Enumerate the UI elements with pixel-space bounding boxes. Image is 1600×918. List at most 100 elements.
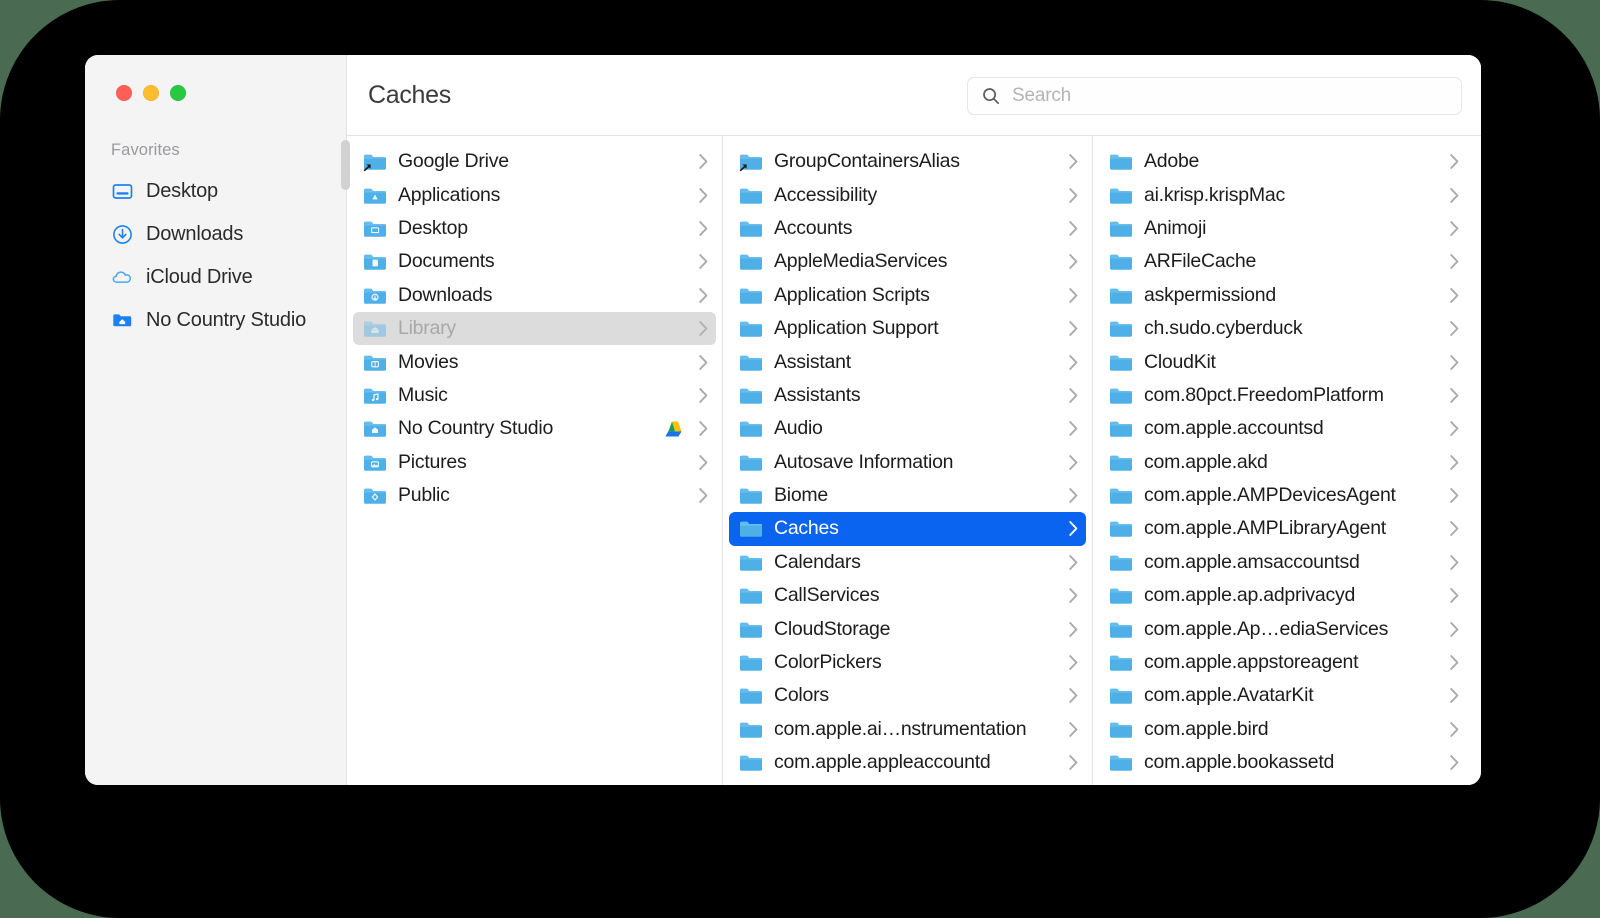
chevron-right-icon [1449, 420, 1460, 437]
file-row[interactable]: com.apple.appstoreagent [1099, 646, 1467, 679]
file-row-label: ColorPickers [774, 651, 882, 674]
file-row[interactable]: com.apple.ai…nstrumentation [729, 713, 1086, 746]
file-row[interactable]: com.apple.amsaccountsd [1099, 546, 1467, 579]
file-row[interactable]: Google Drive [353, 145, 716, 178]
file-row[interactable]: com.apple.accountsd [1099, 412, 1467, 445]
file-row[interactable]: ai.krisp.krispMac [1099, 178, 1467, 211]
file-row[interactable]: Application Support [729, 312, 1086, 345]
folder-icon [739, 419, 763, 438]
file-row[interactable]: Applications [353, 178, 716, 211]
sidebar-item-downloads[interactable]: Downloads [85, 213, 346, 256]
folder-icon [739, 386, 763, 405]
sidebar-item-desktop[interactable]: Desktop [85, 170, 346, 213]
file-row-label: com.apple.appstoreagent [1144, 651, 1359, 674]
file-row-label: Adobe [1144, 150, 1200, 173]
folder-icon [1109, 319, 1133, 338]
file-row[interactable]: No Country Studio [353, 412, 716, 445]
sidebar-item-icloud-drive[interactable]: iCloud Drive [85, 256, 346, 299]
file-row[interactable]: com.apple.bird [1099, 713, 1467, 746]
folder-applications-icon [363, 186, 387, 205]
file-row[interactable]: Downloads [353, 279, 716, 312]
chevron-right-icon [698, 320, 709, 337]
file-row[interactable]: ch.sudo.cyberduck [1099, 312, 1467, 345]
chevron-right-icon [698, 187, 709, 204]
file-row[interactable]: Accounts [729, 212, 1086, 245]
file-row[interactable]: AppleMediaServices [729, 245, 1086, 278]
chevron-right-icon [1068, 654, 1079, 671]
downloads-arrow-icon [111, 223, 134, 246]
file-row[interactable]: Desktop [353, 212, 716, 245]
minimize-button[interactable] [143, 85, 159, 101]
chevron-right-icon [698, 487, 709, 504]
search-input[interactable]: Search [967, 77, 1462, 115]
file-row-label: Colors [774, 684, 829, 707]
chevron-right-icon [1068, 687, 1079, 704]
folder-icon [739, 252, 763, 271]
file-row[interactable]: ARFileCache [1099, 245, 1467, 278]
file-row[interactable]: Biome [729, 479, 1086, 512]
file-row[interactable]: Adobe [1099, 145, 1467, 178]
file-row-label: com.apple.ai…nstrumentation [774, 717, 1027, 740]
sidebar-item-no-country-studio[interactable]: No Country Studio [85, 299, 346, 342]
file-row[interactable]: com.80pct.FreedomPlatform [1099, 379, 1467, 412]
browser-column-library[interactable]: GroupContainersAlias Accessibility Account… [723, 136, 1093, 785]
maximize-button[interactable] [170, 85, 186, 101]
folder-library-icon [363, 319, 387, 338]
file-row[interactable]: CloudKit [1099, 345, 1467, 378]
file-row[interactable]: Caches [729, 512, 1086, 546]
file-row[interactable]: CallServices [729, 579, 1086, 612]
folder-icon [1109, 386, 1133, 405]
file-row[interactable]: askpermissiond [1099, 279, 1467, 312]
file-row[interactable]: com.apple.ap.adprivacyd [1099, 579, 1467, 612]
file-row[interactable]: Autosave Information [729, 446, 1086, 479]
file-row[interactable]: Accessibility [729, 178, 1086, 211]
file-row[interactable]: Assistants [729, 379, 1086, 412]
folder-icon [1109, 152, 1133, 171]
file-row[interactable]: com.apple.akd [1099, 446, 1467, 479]
close-button[interactable] [116, 85, 132, 101]
file-row-label: ARFileCache [1144, 250, 1257, 273]
chevron-right-icon [1068, 420, 1079, 437]
file-row-label: com.apple.Ap…ediaServices [1144, 617, 1389, 640]
file-row[interactable]: Audio [729, 412, 1086, 445]
browser-column-home[interactable]: Google Drive Applications Desktop Documents… [347, 136, 723, 785]
file-row[interactable]: Public [353, 479, 716, 512]
folder-icon [1109, 419, 1133, 438]
file-row-label: CallServices [774, 584, 880, 607]
file-row[interactable]: com.apple.Ap…ediaServices [1099, 612, 1467, 645]
file-row-label: com.apple.accountsd [1144, 417, 1324, 440]
file-row-label: Audio [774, 417, 823, 440]
file-row[interactable]: Assistant [729, 345, 1086, 378]
chevron-right-icon [1068, 554, 1079, 571]
chevron-right-icon [1449, 354, 1460, 371]
browser-column-caches[interactable]: Adobe ai.krisp.krispMac Animoji ARFileCache… [1093, 136, 1473, 785]
file-row[interactable]: Animoji [1099, 212, 1467, 245]
file-row[interactable]: com.apple.AMPDevicesAgent [1099, 479, 1467, 512]
file-row[interactable]: Documents [353, 245, 716, 278]
file-row[interactable]: GroupContainersAlias [729, 145, 1086, 178]
chevron-right-icon [1068, 153, 1079, 170]
file-row[interactable]: CloudStorage [729, 612, 1086, 645]
finder-window: Favorites Desktop Downloads iCloud Drive… [85, 55, 1481, 785]
file-row[interactable]: com.apple.appleaccountd [729, 746, 1086, 779]
chevron-right-icon [1068, 354, 1079, 371]
sidebar-section-header: Favorites [111, 141, 180, 159]
file-row[interactable]: Application Scripts [729, 279, 1086, 312]
file-row[interactable]: com.apple.bookassetd [1099, 746, 1467, 779]
file-row-label: Movies [398, 350, 459, 373]
file-row[interactable]: Music [353, 379, 716, 412]
file-row[interactable]: ColorPickers [729, 646, 1086, 679]
file-row[interactable]: com.apple.AMPLibraryAgent [1099, 512, 1467, 545]
finder-content: Caches Search Google Drive Applications De… [347, 55, 1481, 785]
file-row[interactable]: com.apple.AvatarKit [1099, 679, 1467, 712]
folder-icon [739, 620, 763, 639]
file-row[interactable]: Movies [353, 345, 716, 378]
file-row[interactable]: Library [353, 311, 716, 346]
chevron-right-icon [698, 220, 709, 237]
file-row-label: No Country Studio [398, 417, 554, 440]
file-row[interactable]: Pictures [353, 446, 716, 479]
file-row-label: Assistant [774, 350, 851, 373]
sidebar-scrollbar-thumb[interactable] [341, 140, 350, 190]
file-row[interactable]: Colors [729, 679, 1086, 712]
file-row[interactable]: Calendars [729, 546, 1086, 579]
